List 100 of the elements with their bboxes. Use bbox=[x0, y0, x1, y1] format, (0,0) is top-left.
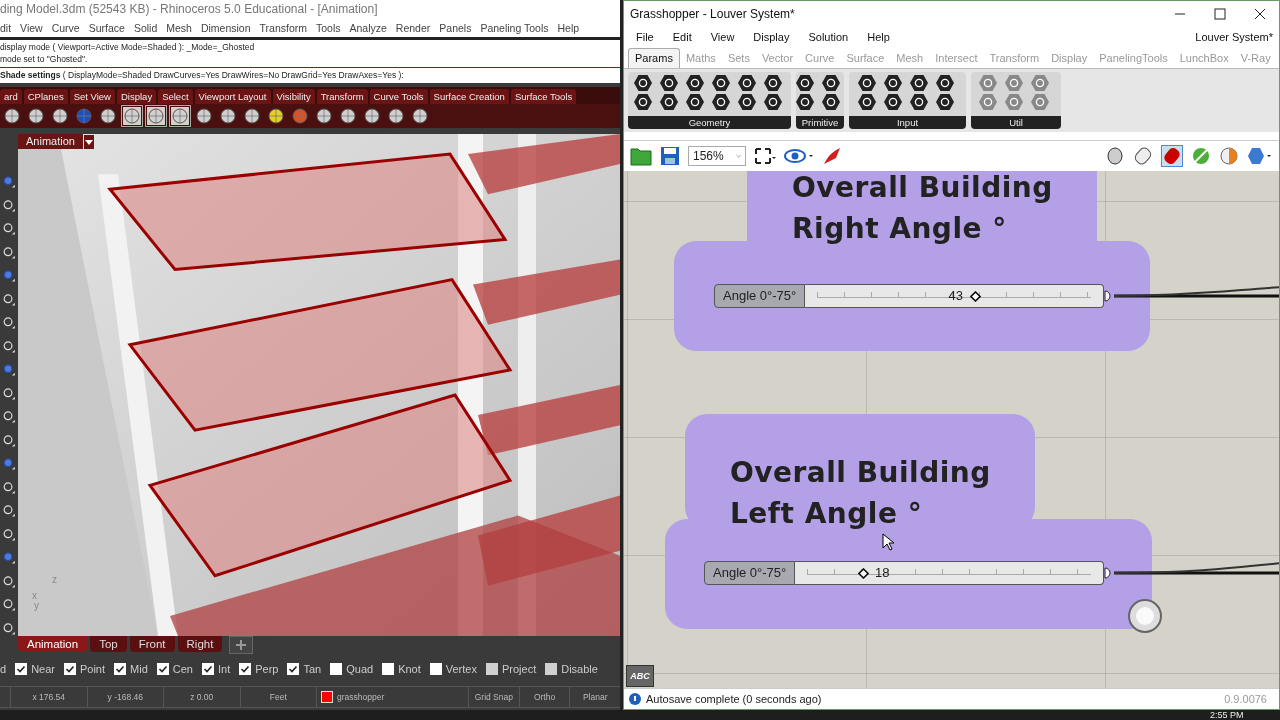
menu-item[interactable]: Solid bbox=[133, 22, 158, 34]
dropdown-caret-icon[interactable] bbox=[84, 135, 94, 149]
output-port-icon[interactable] bbox=[1104, 566, 1112, 579]
component-tab[interactable]: Params bbox=[628, 47, 680, 68]
output-port-icon[interactable] bbox=[1104, 289, 1112, 302]
menu-item[interactable]: Surface bbox=[88, 22, 125, 34]
menu-item[interactable]: Transform bbox=[259, 22, 307, 34]
viewport-title[interactable]: Animation bbox=[18, 134, 83, 149]
tool-icon[interactable] bbox=[2, 432, 16, 448]
shaded-preview-icon[interactable] bbox=[1161, 144, 1183, 167]
menu-item[interactable]: Solution bbox=[808, 30, 849, 43]
folder-icon[interactable] bbox=[630, 145, 652, 166]
checkbox[interactable] bbox=[201, 663, 214, 675]
status-toggle[interactable]: Grid Snap bbox=[468, 687, 519, 707]
component-icon[interactable] bbox=[737, 73, 756, 92]
menu-item[interactable]: Paneling Tools bbox=[480, 22, 549, 34]
toolbar-sphere-icon[interactable] bbox=[2, 106, 22, 126]
ribbon-group-label[interactable]: Util bbox=[971, 115, 1061, 129]
toolbar-tab[interactable]: Viewport Layout bbox=[194, 89, 271, 104]
menu-item[interactable]: Render bbox=[395, 22, 431, 34]
toolbar-sphere-icon[interactable] bbox=[410, 106, 430, 126]
tool-icon[interactable] bbox=[2, 503, 16, 519]
component-icon[interactable] bbox=[935, 92, 954, 111]
component-icon[interactable] bbox=[763, 73, 782, 92]
toolbar-tab[interactable]: CPlanes bbox=[23, 89, 68, 104]
component-icon[interactable] bbox=[883, 92, 902, 111]
component-icon[interactable] bbox=[633, 73, 652, 92]
toolbar-tab[interactable]: Select bbox=[158, 89, 193, 104]
component-icon[interactable] bbox=[633, 92, 652, 111]
viewport-tab[interactable]: Right bbox=[177, 636, 223, 652]
checkbox[interactable] bbox=[156, 663, 169, 675]
toolbar-sphere-icon[interactable] bbox=[314, 106, 334, 126]
toolbar-tab[interactable]: Surface Creation bbox=[429, 89, 509, 104]
toolbar-tab[interactable]: ard bbox=[0, 89, 22, 104]
zoom-extents-icon[interactable] bbox=[754, 146, 776, 165]
component-icon[interactable] bbox=[883, 73, 902, 92]
close-icon[interactable] bbox=[1253, 7, 1267, 22]
tool-icon[interactable] bbox=[2, 315, 16, 331]
slider-handle[interactable] bbox=[857, 567, 869, 579]
zoom-dropdown[interactable]: 156% bbox=[688, 145, 746, 166]
viewport-tab[interactable]: Top bbox=[90, 636, 127, 652]
toolbar-sphere-icon[interactable] bbox=[170, 106, 190, 126]
component-icon[interactable] bbox=[909, 73, 928, 92]
viewport-tab[interactable]: Animation bbox=[18, 636, 88, 652]
slider-track[interactable]: 18 bbox=[795, 560, 1104, 585]
status-toggle[interactable]: Ortho bbox=[518, 687, 570, 707]
toolbar-sphere-icon[interactable] bbox=[362, 106, 382, 126]
checkbox[interactable] bbox=[63, 663, 76, 675]
toolbar-tab[interactable]: Display bbox=[117, 89, 157, 104]
save-icon[interactable] bbox=[660, 145, 680, 166]
layer-name[interactable]: grasshopper bbox=[337, 692, 385, 702]
toolbar-sphere-icon[interactable] bbox=[338, 106, 358, 126]
component-icon[interactable] bbox=[685, 73, 704, 92]
component-icon[interactable] bbox=[935, 73, 954, 92]
tool-icon[interactable] bbox=[2, 244, 16, 260]
menu-item[interactable]: File bbox=[636, 30, 654, 43]
toolbar-sphere-icon[interactable] bbox=[50, 106, 70, 126]
component-icon[interactable] bbox=[822, 73, 840, 92]
viewport-tab[interactable]: Front bbox=[129, 636, 175, 652]
component-icon[interactable] bbox=[659, 92, 678, 111]
menu-item[interactable]: Help bbox=[557, 22, 580, 34]
component-icon[interactable] bbox=[909, 92, 928, 111]
panel-button[interactable]: ABC bbox=[626, 664, 654, 687]
toolbar-sphere-icon[interactable] bbox=[194, 106, 214, 126]
checkbox[interactable] bbox=[287, 663, 300, 675]
ribbon-group-label[interactable]: Geometry bbox=[628, 115, 791, 129]
toolbar-sphere-icon[interactable] bbox=[146, 106, 166, 126]
menu-item[interactable]: View bbox=[20, 22, 43, 34]
tool-icon[interactable] bbox=[2, 291, 16, 307]
checkbox[interactable] bbox=[330, 663, 343, 675]
tool-icon[interactable] bbox=[2, 385, 16, 401]
tool-icon[interactable] bbox=[2, 620, 16, 636]
tool-icon[interactable] bbox=[2, 221, 16, 237]
menu-item[interactable]: Curve bbox=[51, 22, 80, 34]
menu-item[interactable]: Tools bbox=[316, 22, 341, 34]
tool-icon[interactable] bbox=[2, 479, 16, 495]
slider-track[interactable]: 43 bbox=[805, 283, 1104, 308]
component-icon[interactable] bbox=[711, 92, 730, 111]
component-icon[interactable] bbox=[685, 92, 704, 111]
tool-icon[interactable] bbox=[2, 197, 16, 213]
tool-icon[interactable] bbox=[2, 409, 16, 425]
menu-item[interactable]: Help bbox=[867, 30, 890, 43]
ribbon-group-label[interactable]: Input bbox=[849, 115, 966, 129]
toolbar-sphere-icon[interactable] bbox=[122, 106, 142, 126]
checkbox[interactable] bbox=[114, 663, 127, 675]
toolbar-sphere-icon[interactable] bbox=[266, 106, 286, 126]
component-icon[interactable] bbox=[659, 73, 678, 92]
toolbar-tab[interactable]: Transform bbox=[316, 89, 368, 104]
dial-icon[interactable] bbox=[1128, 598, 1162, 633]
menu-item[interactable]: Mesh bbox=[166, 22, 192, 34]
bake-icon[interactable] bbox=[1191, 145, 1211, 166]
checkbox[interactable] bbox=[429, 663, 442, 675]
status-toggle[interactable]: Planar bbox=[569, 687, 620, 707]
menu-item[interactable]: View bbox=[710, 30, 735, 43]
component-icon[interactable] bbox=[857, 73, 876, 92]
toolbar-sphere-icon[interactable] bbox=[98, 106, 118, 126]
menu-item[interactable]: Dimension bbox=[200, 22, 251, 34]
preview-icon[interactable] bbox=[1105, 145, 1125, 166]
ribbon-group-label[interactable]: Primitive bbox=[796, 115, 844, 129]
component-icon[interactable] bbox=[711, 73, 730, 92]
